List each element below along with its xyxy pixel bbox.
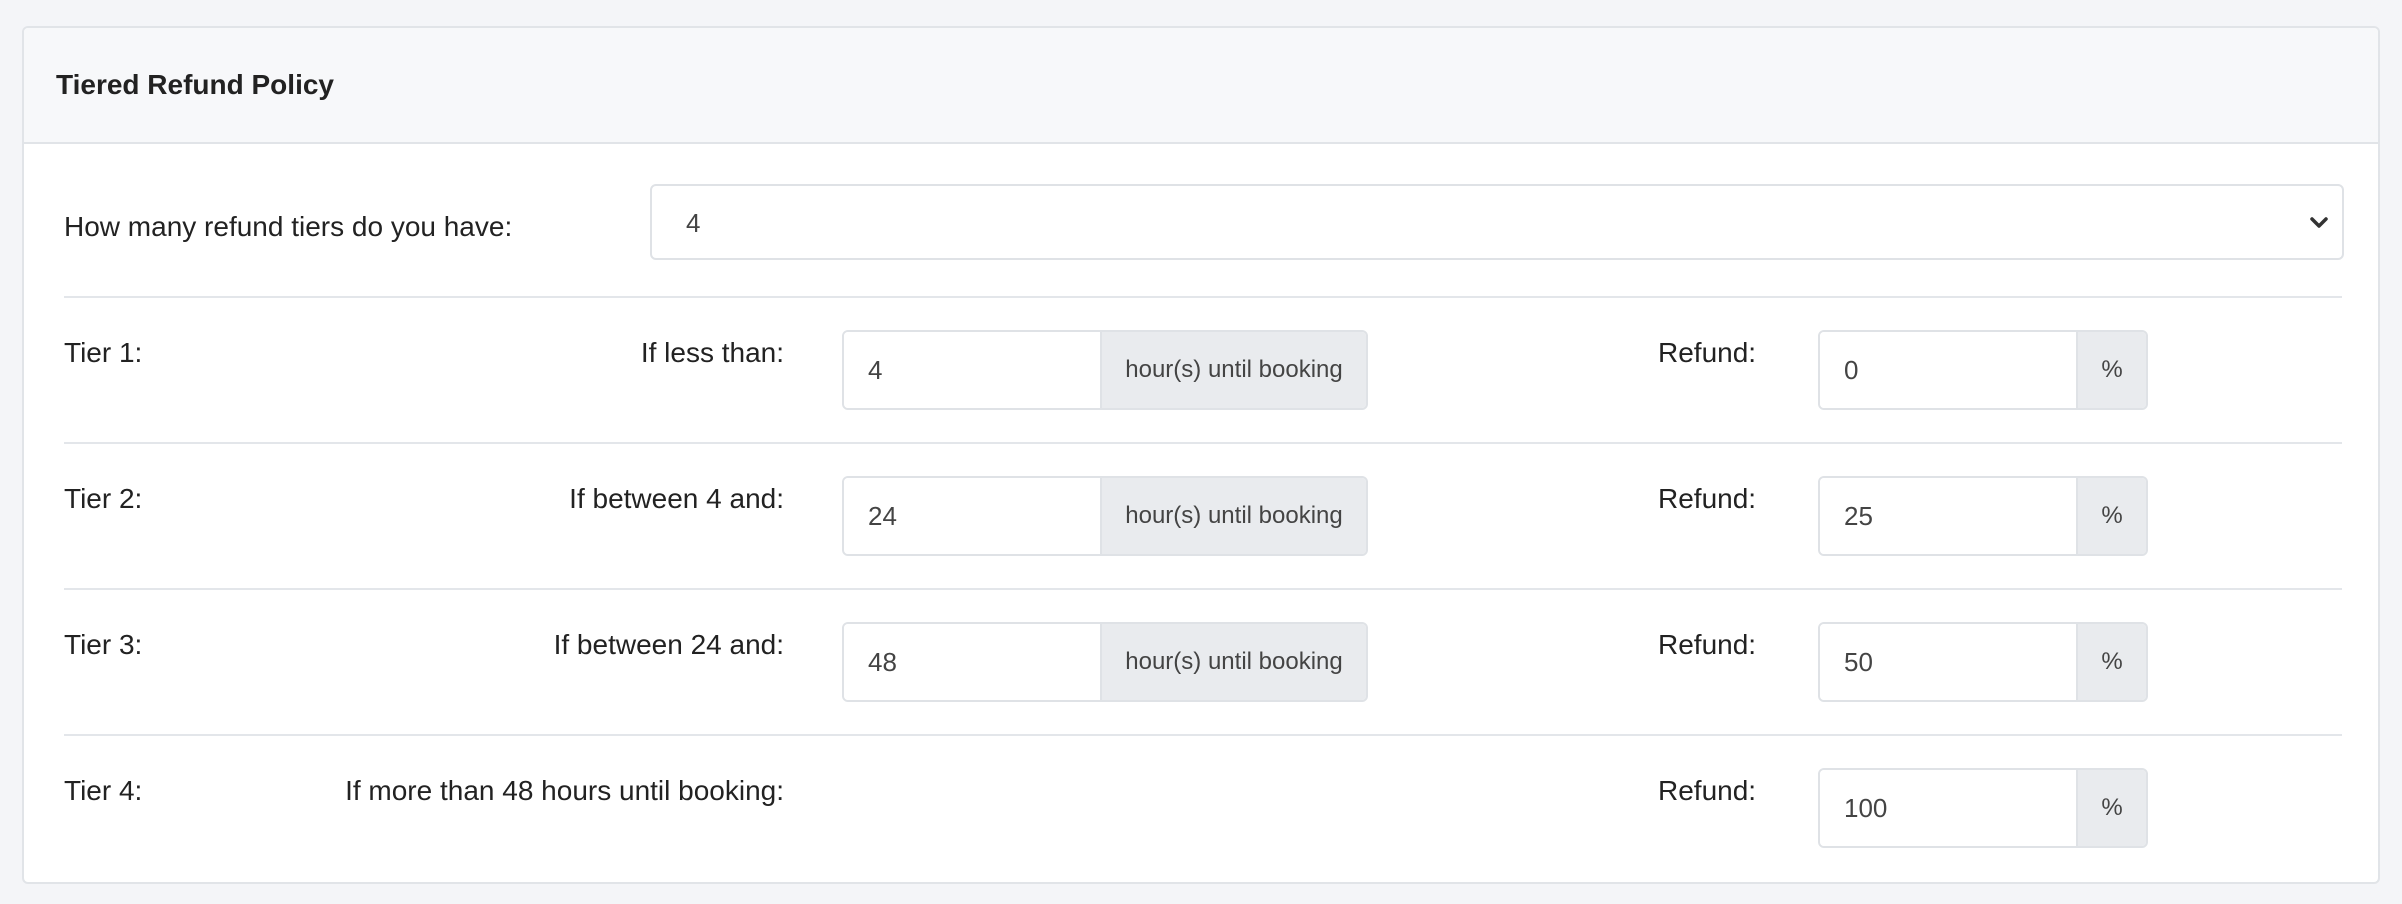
tier-2-label: Tier 2:: [64, 483, 143, 514]
divider: [64, 734, 2342, 736]
tier-1-condition: If less than:: [640, 337, 784, 368]
percent-addon: %: [2078, 624, 2146, 700]
tier-1-refund-label: Refund:: [1658, 337, 1757, 368]
card-header: Tiered Refund Policy: [24, 28, 2378, 144]
tier-2-condition: If between 4 and:: [569, 483, 784, 514]
tier-3-hours-input[interactable]: 48: [844, 624, 1102, 700]
tier-1-hours-group: 4 hour(s) until booking: [842, 330, 1368, 410]
tier-4-condition: If more than 48 hours until booking:: [345, 775, 784, 806]
tier-4-refund-label: Refund:: [1658, 775, 1757, 806]
tier-count-select[interactable]: 4: [650, 184, 2344, 260]
percent-addon: %: [2078, 770, 2146, 846]
hours-addon: hour(s) until booking: [1102, 624, 1366, 700]
tier-count-value: 4: [686, 208, 701, 238]
tier-2-hours-input[interactable]: 24: [844, 478, 1102, 554]
tier-3-hours-group: 48 hour(s) until booking: [842, 622, 1368, 702]
tier-1-refund-input[interactable]: 0: [1820, 332, 2078, 408]
percent-addon: %: [2078, 332, 2146, 408]
refund-policy-card: Tiered Refund Policy How many refund tie…: [22, 26, 2380, 884]
tier-4-refund-group: 100 %: [1818, 768, 2148, 848]
tier-count-label: How many refund tiers do you have:: [64, 211, 513, 242]
tier-2-hours-group: 24 hour(s) until booking: [842, 476, 1368, 556]
tier-3-refund-group: 50 %: [1818, 622, 2148, 702]
divider: [64, 442, 2342, 444]
tier-4-refund-input[interactable]: 100: [1820, 770, 2078, 846]
hours-addon: hour(s) until booking: [1102, 332, 1366, 408]
divider: [64, 588, 2342, 590]
hours-addon: hour(s) until booking: [1102, 478, 1366, 554]
tier-2-refund-group: 25 %: [1818, 476, 2148, 556]
tier-2-refund-label: Refund:: [1658, 483, 1757, 514]
tier-2-refund-input[interactable]: 25: [1820, 478, 2078, 554]
tier-3-condition: If between 24 and:: [553, 629, 784, 660]
tier-1-refund-group: 0 %: [1818, 330, 2148, 410]
tier-3-refund-label: Refund:: [1658, 629, 1757, 660]
tier-1-hours-input[interactable]: 4: [844, 332, 1102, 408]
tier-1-label: Tier 1:: [64, 337, 143, 368]
tier-3-refund-input[interactable]: 50: [1820, 624, 2078, 700]
panel-title: Tiered Refund Policy: [56, 69, 334, 100]
tier-4-label: Tier 4:: [64, 775, 143, 806]
tier-3-label: Tier 3:: [64, 629, 143, 660]
percent-addon: %: [2078, 478, 2146, 554]
divider: [64, 296, 2342, 298]
chevron-down-icon: [2310, 217, 2328, 228]
